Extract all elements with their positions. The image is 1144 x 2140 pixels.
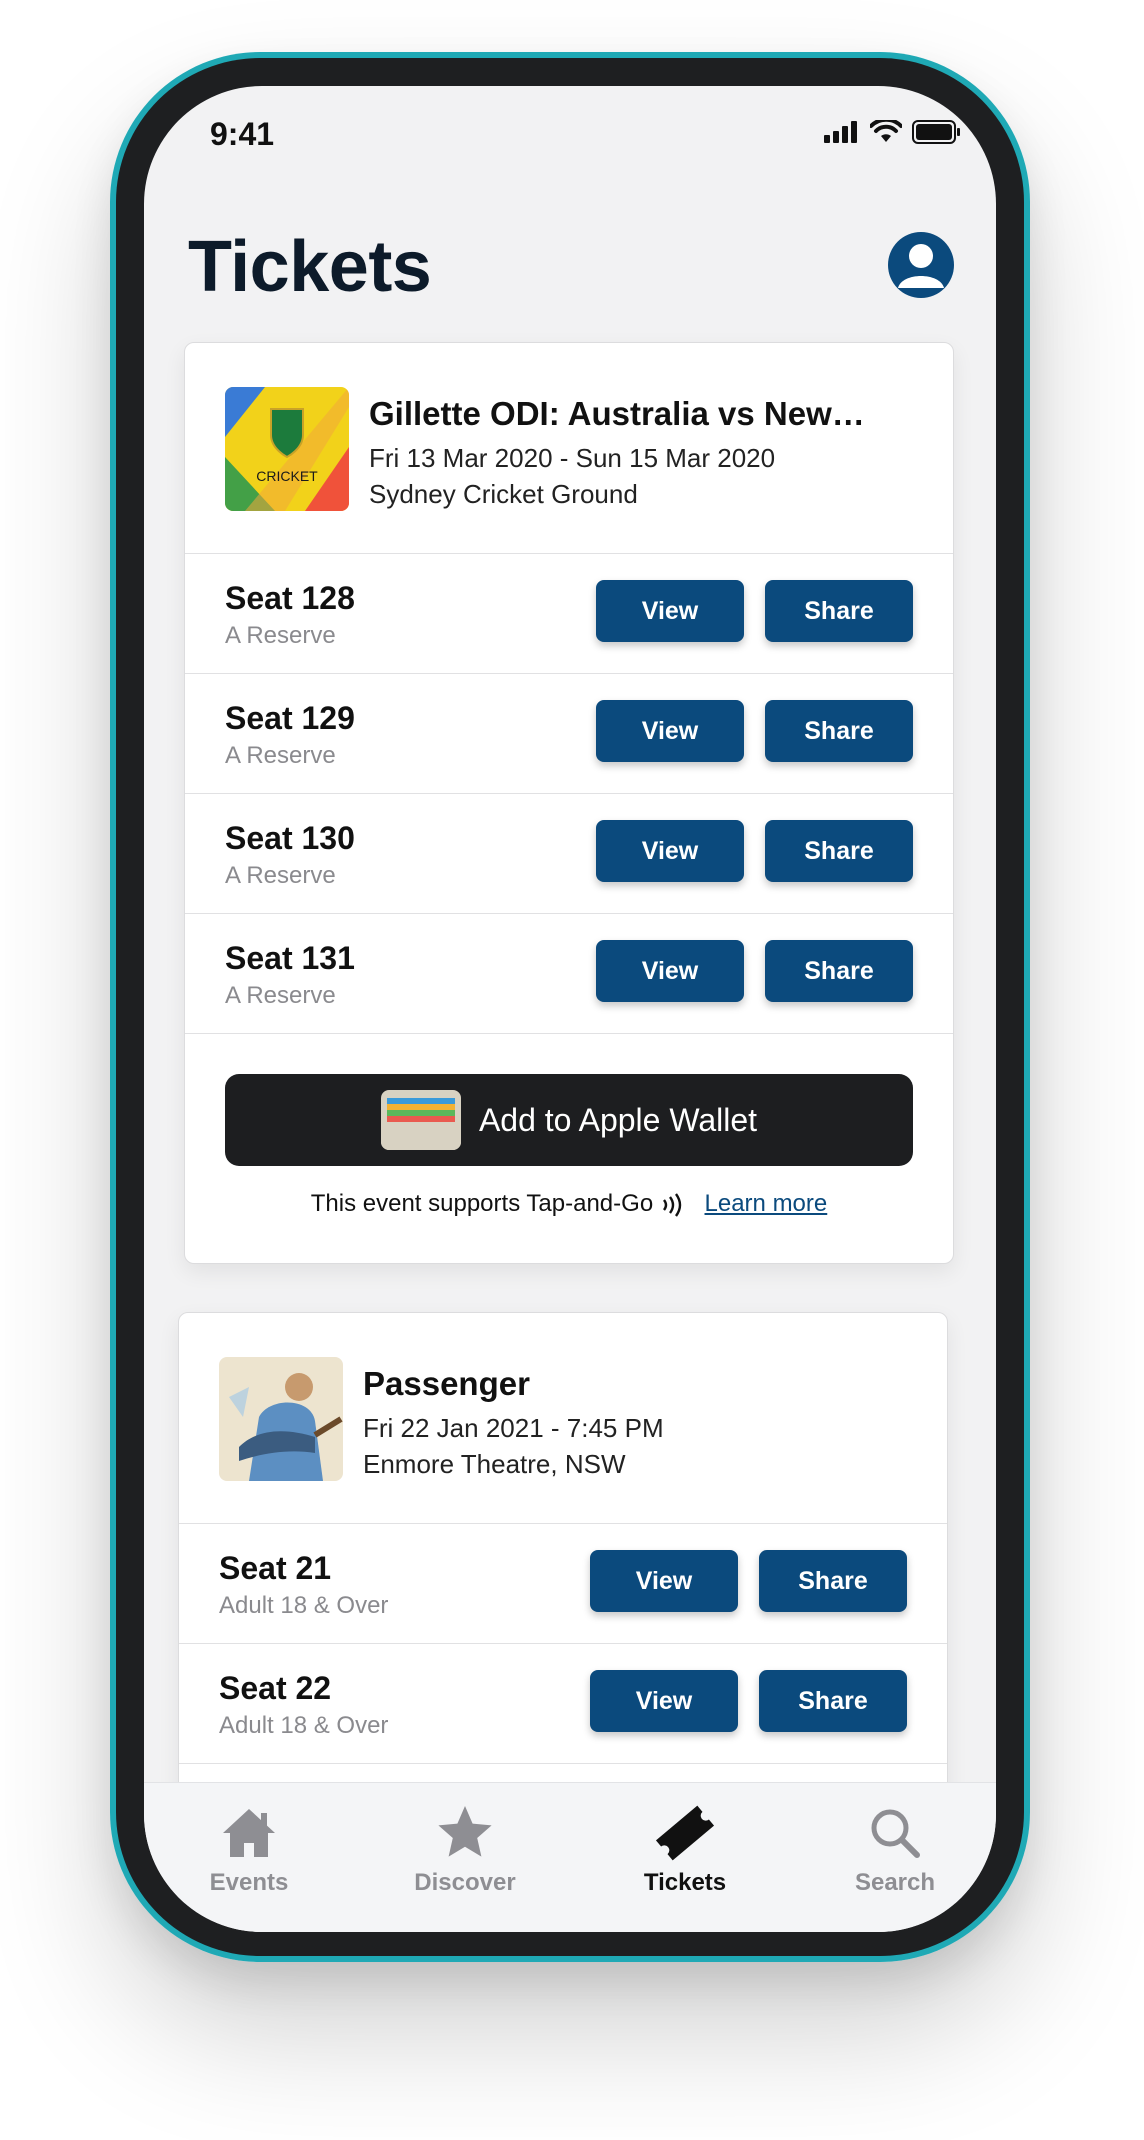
view-ticket-button[interactable]: View [590,1550,738,1612]
share-ticket-button[interactable]: Share [765,700,913,762]
seat-type: A Reserve [225,622,336,649]
view-ticket-button[interactable]: View [596,580,744,642]
share-ticket-button[interactable]: Share [765,580,913,642]
tab-tickets-label: Tickets [643,1869,727,1896]
seat-row: Seat 130 A Reserve View Share [185,794,953,914]
wallet-icon [380,1090,461,1150]
seat-name: Seat 128 [225,580,355,616]
seat-type: Adult 18 & Over [219,1592,389,1619]
seat-type: A Reserve [225,982,336,1009]
tab-tickets[interactable]: Tickets [610,1801,760,1897]
screen: 9:41 Tickets CRICKET Gillette ODI: Austr… [144,86,996,1932]
event-card: Passenger Fri 22 Jan 2021 - 7:45 PM Enmo… [178,1312,948,1834]
tab-discover-label: Discover [414,1869,516,1896]
seat-type: A Reserve [225,742,336,769]
event-date: Fri 22 Jan 2021 - 7:45 PM [363,1413,664,1443]
contactless-icon [662,1192,682,1217]
event-header[interactable]: CRICKET Gillette ODI: Australia vs New… … [185,343,953,554]
search-icon [871,1809,920,1858]
tab-search-label: Search [854,1869,936,1896]
home-icon [223,1809,275,1857]
share-ticket-button[interactable]: Share [759,1550,907,1612]
tab-discover[interactable]: Discover [390,1801,540,1897]
status-icons [824,120,962,144]
view-ticket-button[interactable]: View [596,700,744,762]
seat-name: Seat 131 [225,940,355,976]
share-ticket-button[interactable]: Share [765,820,913,882]
page-title: Tickets [188,227,432,307]
user-icon [898,244,944,288]
seat-name: Seat 129 [225,700,355,736]
status-time: 9:41 [210,116,275,152]
signal-icon [824,121,857,143]
seat-row: Seat 129 A Reserve View Share [185,674,953,794]
seat-name: Seat 22 [219,1670,332,1706]
seat-row: Seat 21 Adult 18 & Over View Share [179,1524,947,1644]
tab-events-label: Events [209,1869,289,1896]
seat-name: Seat 21 [219,1550,332,1586]
learn-more-link[interactable]: Learn more [705,1190,828,1217]
event-header[interactable]: Passenger Fri 22 Jan 2021 - 7:45 PM Enmo… [179,1313,947,1524]
event-card: CRICKET Gillette ODI: Australia vs New… … [184,342,954,1264]
add-to-apple-wallet-button[interactable]: Add to Apple Wallet [225,1074,913,1166]
wifi-icon [870,120,902,142]
cricket-logo: CRICKET [225,387,349,511]
wallet-section: Add to Apple Wallet This event supports … [185,1034,953,1254]
share-ticket-button[interactable]: Share [765,940,913,1002]
star-icon [438,1806,492,1857]
tab-events[interactable]: Events [174,1801,324,1897]
event-title: Passenger [363,1365,530,1402]
seat-name: Seat 130 [225,820,355,856]
tap-and-go-note: This event supports Tap-and-Go Learn mor… [185,1190,953,1219]
ticket-icon [655,1805,715,1861]
view-ticket-button[interactable]: View [596,820,744,882]
seat-type: Adult 18 & Over [219,1712,389,1739]
svg-text:CRICKET: CRICKET [256,468,318,484]
share-ticket-button[interactable]: Share [759,1670,907,1732]
event-title: Gillette ODI: Australia vs New… [369,395,865,432]
view-ticket-button[interactable]: View [590,1670,738,1732]
seat-row: Seat 131 A Reserve View Share [185,914,953,1034]
tab-search[interactable]: Search [820,1801,970,1897]
event-date: Fri 13 Mar 2020 - Sun 15 Mar 2020 [369,443,776,473]
profile-avatar-button[interactable] [888,232,954,298]
event-venue: Enmore Theatre, NSW [363,1449,626,1479]
seat-row: Seat 128 A Reserve View Share [185,554,953,674]
tab-bar: Events Discover Tickets Search [144,1782,996,1932]
artist-image [219,1357,343,1481]
wallet-label: Add to Apple Wallet [478,1101,758,1138]
battery-icon [912,120,960,144]
view-ticket-button[interactable]: View [596,940,744,1002]
seat-type: A Reserve [225,862,336,889]
seat-row: Seat 22 Adult 18 & Over View Share [179,1644,947,1764]
event-venue: Sydney Cricket Ground [369,479,638,509]
tap-and-go-text: This event supports Tap-and-Go [310,1190,654,1217]
